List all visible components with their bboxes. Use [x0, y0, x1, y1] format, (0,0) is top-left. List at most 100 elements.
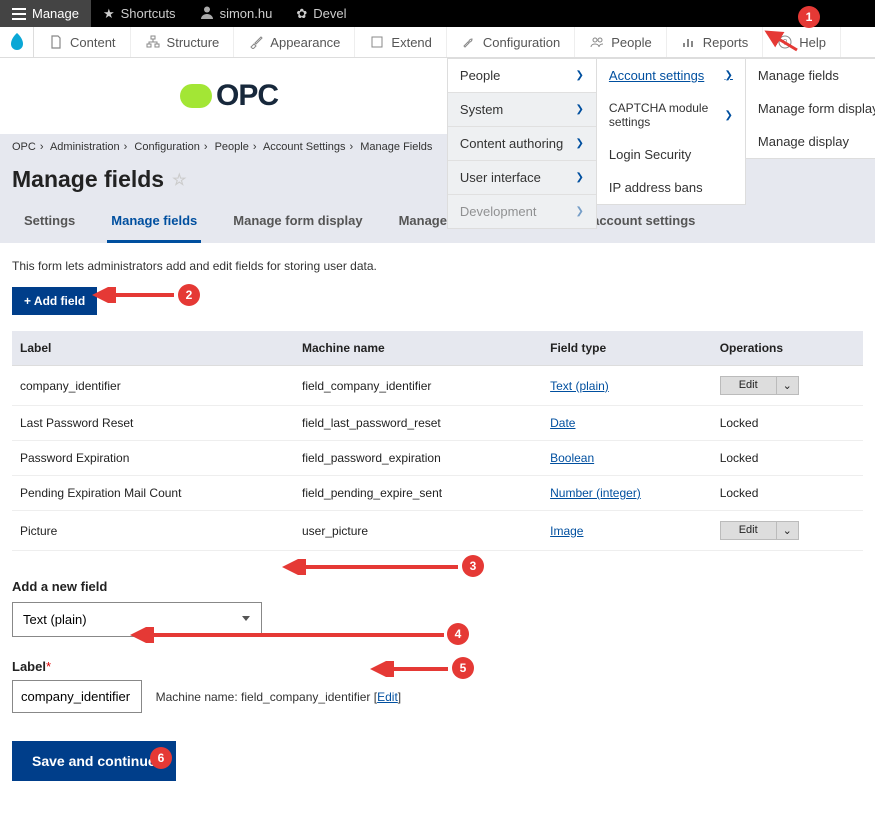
admin-menu: Content Structure Appearance Extend Conf…	[0, 27, 875, 58]
user-icon	[200, 5, 214, 22]
chart-icon	[681, 34, 697, 50]
configuration-label: Configuration	[483, 35, 560, 50]
tab-manage-fields[interactable]: Manage fields	[107, 203, 201, 243]
cell-machine: field_password_expiration	[294, 441, 542, 476]
machine-name-text: Machine name: field_company_identifier […	[156, 690, 402, 704]
crumb-account[interactable]: Account Settings	[263, 141, 346, 153]
submenu-ip-bans[interactable]: IP address bans	[597, 171, 745, 204]
field-type-link[interactable]: Text (plain)	[550, 379, 609, 393]
add-new-field-title: Add a new field	[12, 579, 863, 594]
chevron-right-icon: ❯	[576, 172, 584, 183]
menu-reports[interactable]: Reports	[667, 27, 764, 57]
submenu-manage-fields[interactable]: Manage fields	[746, 59, 875, 92]
favorite-star-icon[interactable]: ☆	[172, 170, 186, 190]
submenu-dev-label: Development	[460, 204, 537, 219]
annotation-4: 4	[447, 623, 469, 645]
drupal-logo[interactable]	[0, 27, 34, 57]
account-settings-submenu: Manage fields Manage form display Manage…	[745, 58, 875, 159]
edit-dropdown-button[interactable]: Edit⌄	[720, 521, 799, 540]
puzzle-icon	[369, 34, 385, 50]
wrench-icon	[461, 34, 477, 50]
table-row: Last Password Resetfield_last_password_r…	[12, 406, 863, 441]
menu-content[interactable]: Content	[34, 27, 131, 57]
menu-extend[interactable]: Extend	[355, 27, 446, 57]
table-row: Password Expirationfield_password_expira…	[12, 441, 863, 476]
tab-settings[interactable]: Settings	[20, 203, 79, 243]
submenu-captcha[interactable]: CAPTCHA module settings ❯	[597, 92, 745, 138]
table-row: company_identifierfield_company_identifi…	[12, 366, 863, 406]
toolbar-manage[interactable]: Manage	[0, 0, 91, 27]
arrow-3	[282, 559, 462, 575]
cell-ops: Locked	[712, 476, 863, 511]
annotation-6: 6	[150, 747, 172, 769]
file-icon	[48, 34, 64, 50]
submenu-ui-label: User interface	[460, 170, 541, 185]
toolbar-user[interactable]: simon.hu	[188, 0, 285, 27]
table-row: Pictureuser_pictureImageEdit⌄	[12, 511, 863, 551]
crumb-admin[interactable]: Administration	[50, 141, 120, 153]
chevron-down-icon: ⌄	[776, 377, 798, 394]
submenu-login-security[interactable]: Login Security	[597, 138, 745, 171]
submenu-manage-display[interactable]: Manage display	[746, 125, 875, 158]
field-type-link[interactable]: Number (integer)	[550, 486, 641, 500]
cell-type: Boolean	[542, 441, 712, 476]
brand-dot-icon	[180, 84, 212, 108]
structure-icon	[145, 34, 161, 50]
cell-ops: Edit⌄	[712, 366, 863, 406]
cell-machine: field_pending_expire_sent	[294, 476, 542, 511]
chevron-right-icon: ❯	[576, 138, 584, 149]
people-submenu: Account settings ❯ CAPTCHA module settin…	[596, 58, 746, 205]
menu-appearance[interactable]: Appearance	[234, 27, 355, 57]
crumb-opc[interactable]: OPC	[12, 141, 36, 153]
chevron-right-icon: ❯	[576, 104, 584, 115]
col-machine: Machine name	[294, 331, 542, 366]
menu-structure[interactable]: Structure	[131, 27, 235, 57]
cell-type: Number (integer)	[542, 476, 712, 511]
appearance-label: Appearance	[270, 35, 340, 50]
crumb-people[interactable]: People	[215, 141, 249, 153]
crumb-config[interactable]: Configuration	[134, 141, 199, 153]
cell-type: Date	[542, 406, 712, 441]
chevron-right-icon: ❯	[725, 70, 733, 81]
toolbar-devel[interactable]: ✿ Devel	[284, 0, 358, 27]
crumb-manage-fields[interactable]: Manage Fields	[360, 141, 432, 153]
field-type-link[interactable]: Boolean	[550, 451, 594, 465]
chevron-right-icon: ❯	[725, 110, 733, 121]
machine-name-edit-link[interactable]: Edit	[377, 690, 398, 704]
submenu-system[interactable]: System ❯	[448, 93, 596, 127]
content-label: Content	[70, 35, 116, 50]
submenu-user-interface[interactable]: User interface ❯	[448, 161, 596, 195]
col-label: Label	[12, 331, 294, 366]
fields-table: Label Machine name Field type Operations…	[12, 331, 863, 551]
help-text: This form lets administrators add and ed…	[12, 259, 863, 273]
brush-icon	[248, 34, 264, 50]
cell-ops: Locked	[712, 406, 863, 441]
menu-configuration[interactable]: Configuration	[447, 27, 575, 57]
help-label: Help	[799, 35, 826, 50]
edit-dropdown-button[interactable]: Edit⌄	[720, 376, 799, 395]
page-title: Manage fields	[12, 166, 164, 193]
toolbar-shortcuts[interactable]: ★ Shortcuts	[91, 0, 188, 27]
cell-machine: user_picture	[294, 511, 542, 551]
submenu-system-label: System	[460, 102, 503, 117]
field-type-link[interactable]: Date	[550, 416, 575, 430]
submenu-account-settings[interactable]: Account settings ❯	[597, 59, 745, 92]
login-security-label: Login Security	[609, 147, 691, 162]
people-icon	[589, 34, 605, 50]
tab-manage-form-display[interactable]: Manage form display	[229, 203, 366, 243]
submenu-people[interactable]: People ❯	[448, 59, 596, 93]
cell-label: company_identifier	[12, 366, 294, 406]
local-tabs: Settings Manage fields Manage form displ…	[0, 203, 875, 243]
submenu-development[interactable]: Development ❯	[448, 195, 596, 228]
ip-bans-label: IP address bans	[609, 180, 703, 195]
annotation-3: 3	[462, 555, 484, 577]
gear-icon: ✿	[296, 6, 307, 22]
submenu-manage-form-display[interactable]: Manage form display	[746, 92, 875, 125]
add-field-button[interactable]: + Add field	[12, 287, 97, 315]
submenu-content-authoring[interactable]: Content authoring ❯	[448, 127, 596, 161]
chevron-down-icon: ⌄	[776, 522, 798, 539]
top-toolbar: Manage ★ Shortcuts simon.hu ✿ Devel	[0, 0, 875, 27]
field-type-link[interactable]: Image	[550, 524, 583, 538]
menu-people[interactable]: People	[575, 27, 666, 57]
label-input[interactable]	[12, 680, 142, 713]
